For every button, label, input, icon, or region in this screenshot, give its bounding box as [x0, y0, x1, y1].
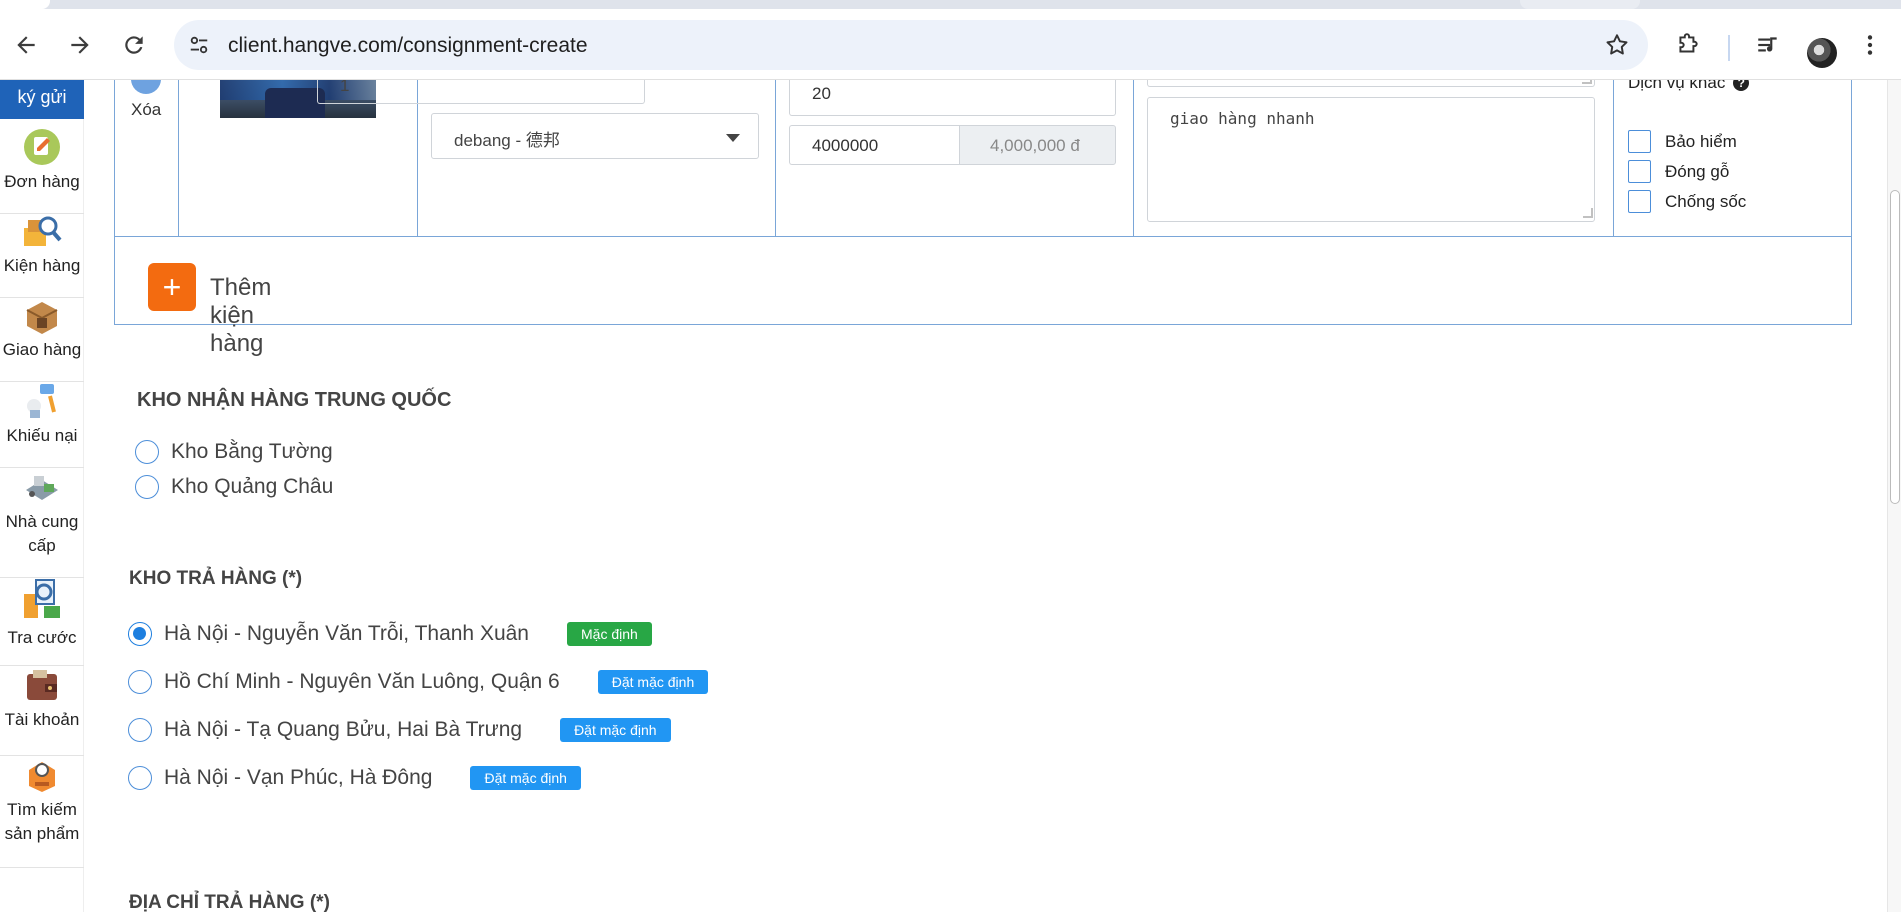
service-insurance[interactable]: Bảo hiểm [1628, 130, 1737, 153]
delete-row-link[interactable]: Xóa [131, 100, 161, 120]
cn-warehouse-title: KHO NHẬN HÀNG TRUNG QUỐC [137, 389, 452, 411]
table-divider [1133, 80, 1134, 236]
chevron-down-icon [726, 134, 740, 142]
delivery-box-icon [26, 302, 58, 334]
add-package-button[interactable]: + [148, 263, 196, 311]
scrollbar-thumb[interactable] [1890, 190, 1900, 504]
tab-strip [0, 0, 1901, 9]
toolbar-divider [1728, 35, 1730, 61]
sidebar-item-orders[interactable]: Đơn hàng [0, 128, 84, 214]
left-sidebar: ký gửi Đơn hàng Kiện hàng Giao hàng Khiế… [0, 80, 84, 912]
radio-button[interactable] [128, 670, 152, 694]
url-text[interactable]: client.hangve.com/consignment-create [228, 34, 588, 58]
cn-warehouse-option-quang-chau[interactable]: Kho Quảng Châu [135, 475, 333, 499]
service-wood-packing[interactable]: Đóng gỗ [1628, 160, 1729, 183]
package-search-icon [24, 216, 62, 246]
return-address-title: ĐỊA CHỈ TRẢ HÀNG (*) [129, 892, 330, 912]
page-scrollbar[interactable] [1887, 80, 1901, 912]
radio-button-selected[interactable] [128, 622, 152, 646]
radio-button[interactable] [135, 440, 159, 464]
sidebar-item-delivery[interactable]: Giao hàng [0, 298, 84, 382]
sidebar-item-label: Đơn hàng [4, 172, 80, 191]
sidebar-item-label: Giao hàng [2, 340, 82, 359]
add-package-label[interactable]: Thêm kiện hàng [210, 274, 271, 358]
sidebar-item-consignment[interactable]: ký gửi [0, 80, 84, 119]
note-textarea[interactable]: giao hàng nhanh [1147, 97, 1595, 222]
return-warehouse-option-thanh-xuan[interactable]: Hà Nội - Nguyễn Văn Trỗi, Thanh Xuân Mặc… [128, 622, 652, 646]
sidebar-item-product-search[interactable]: Tìm kiếm sản phẩm [0, 756, 84, 868]
radio-button[interactable] [135, 475, 159, 499]
site-settings-icon[interactable] [186, 32, 212, 58]
sidebar-item-label: Kiện hàng [3, 256, 81, 275]
return-warehouse-option-ha-dong[interactable]: Hà Nội - Vạn Phúc, Hà Đông Đặt mặc định [128, 766, 581, 790]
return-warehouse-option-quan-6[interactable]: Hồ Chí Minh - Nguyên Văn Luông, Quận 6 Đ… [128, 670, 709, 694]
resize-handle-icon[interactable] [1583, 208, 1593, 218]
fee-lookup-icon [24, 579, 60, 618]
sidebar-item-label: Tìm kiếm sản phẩm [4, 800, 80, 843]
complaint-icon [27, 384, 56, 418]
help-question-icon[interactable]: ? [1733, 80, 1750, 91]
wood-packing-checkbox[interactable] [1628, 160, 1651, 183]
set-default-button[interactable]: Đặt mặc định [597, 670, 709, 694]
browser-toolbar: client.hangve.com/consignment-create [0, 9, 1901, 80]
inactive-tab-edge[interactable] [1520, 0, 1640, 9]
table-divider [178, 80, 179, 236]
set-default-button[interactable]: Đặt mặc định [470, 766, 581, 790]
default-badge: Mặc định [567, 622, 652, 646]
order-icon [24, 129, 60, 165]
wallet-icon [27, 670, 57, 700]
reload-icon[interactable] [114, 25, 154, 65]
table-row-divider [115, 236, 1851, 237]
bookmark-star-icon[interactable] [1604, 32, 1630, 58]
address-bar[interactable]: client.hangve.com/consignment-create [174, 20, 1648, 70]
sidebar-item-label: Nhà cung cấp [5, 512, 79, 555]
table-divider [775, 80, 776, 236]
radio-button[interactable] [128, 766, 152, 790]
carrier-select-value: debang - 德邦 [454, 131, 560, 150]
profile-avatar[interactable] [1807, 38, 1837, 68]
product-search-icon [29, 762, 55, 792]
media-queue-icon[interactable] [1748, 25, 1788, 65]
weight-input[interactable]: 20 [789, 80, 1116, 116]
sidebar-item-suppliers[interactable]: Nhà cung cấp [0, 468, 84, 578]
set-default-button[interactable]: Đặt mặc định [560, 718, 671, 742]
sidebar-item-packages[interactable]: Kiện hàng [0, 214, 84, 298]
declared-price-input[interactable]: 4000000 [789, 125, 959, 165]
service-shockproof[interactable]: Chống sốc [1628, 190, 1746, 213]
radio-button[interactable] [128, 718, 152, 742]
note-input-top[interactable] [1147, 80, 1595, 87]
return-warehouse-option-hai-ba-trung[interactable]: Hà Nội - Tạ Quang Bửu, Hai Bà Trưng Đặt … [128, 718, 671, 742]
sidebar-item-account[interactable]: Tài khoản [0, 666, 84, 756]
row-add-circle-icon[interactable] [131, 80, 161, 94]
insurance-checkbox[interactable] [1628, 130, 1651, 153]
forward-arrow-icon[interactable] [60, 25, 100, 65]
price-formatted-display: 4,000,000 đ [959, 125, 1116, 165]
resize-handle-icon[interactable] [1582, 80, 1592, 84]
back-arrow-icon[interactable] [6, 25, 46, 65]
sidebar-item-label: Tra cước [7, 628, 77, 647]
sidebar-item-complaints[interactable]: Khiếu nại [0, 382, 84, 468]
sidebar-item-label: Khiếu nại [6, 426, 78, 445]
browser-menu-kebab-icon[interactable] [1850, 25, 1890, 65]
table-divider [1613, 80, 1614, 236]
other-services-title: Dịch vụ khác? [1628, 80, 1750, 93]
active-tab-edge[interactable] [0, 0, 50, 9]
return-warehouse-title: KHO TRẢ HÀNG (*) [129, 568, 303, 589]
extensions-puzzle-icon[interactable] [1668, 25, 1708, 65]
quantity-input[interactable]: 1 [317, 80, 645, 104]
shockproof-checkbox[interactable] [1628, 190, 1651, 213]
cn-warehouse-option-bang-tuong[interactable]: Kho Bằng Tường [135, 440, 333, 464]
sidebar-item-label: Tài khoản [4, 710, 80, 729]
sidebar-item-fee-lookup[interactable]: Tra cước [0, 578, 84, 666]
supplier-icon [26, 476, 58, 500]
page-content: ký gửi Đơn hàng Kiện hàng Giao hàng Khiế… [0, 80, 1901, 912]
carrier-select[interactable]: debang - 德邦 [431, 113, 759, 159]
